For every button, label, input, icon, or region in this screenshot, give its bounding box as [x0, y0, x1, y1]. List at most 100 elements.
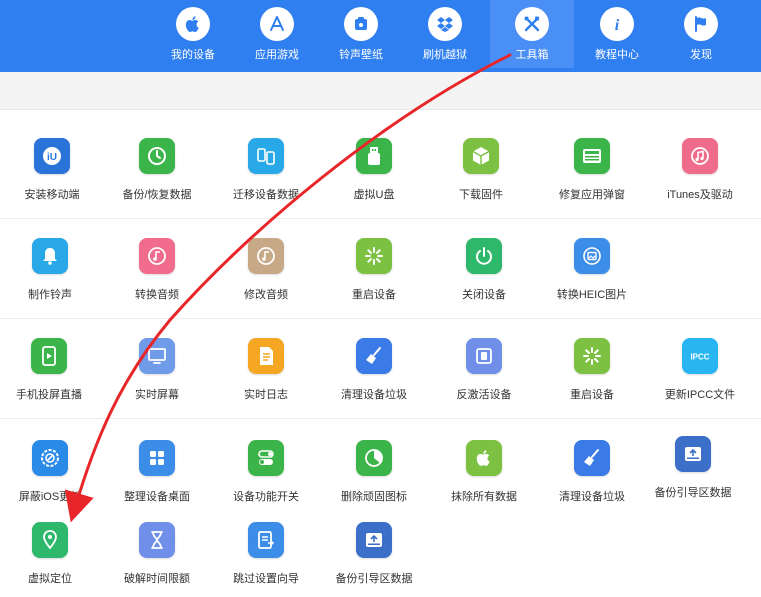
deactivate-icon — [466, 338, 502, 374]
tool-convert-heic[interactable]: 转换HEIC图片 — [532, 238, 652, 302]
tool-label: 修改音频 — [244, 289, 288, 301]
tool-label: 虚拟定位 — [28, 573, 72, 585]
tab-label: 我的设备 — [171, 49, 215, 61]
tab-discover[interactable]: 发现 — [659, 0, 743, 68]
tool-label: 修复应用弹窗 — [559, 189, 625, 201]
tool-delete-stubborn-icons[interactable]: 删除顽固图标 — [314, 440, 434, 504]
tool-update-ipcc[interactable]: IPCC 更新IPCC文件 — [640, 338, 760, 402]
tool-label: 重启设备 — [352, 289, 396, 301]
tool-label: 清理设备垃圾 — [559, 491, 625, 503]
tool-backup-restore[interactable]: 备份/恢复数据 — [97, 138, 217, 202]
tab-toolbox[interactable]: 工具箱 — [490, 0, 574, 68]
row-divider — [0, 418, 761, 419]
tool-label: 备份/恢复数据 — [122, 189, 192, 201]
tool-virtual-location[interactable]: 虚拟定位 — [0, 522, 110, 586]
tab-label: 教程中心 — [595, 49, 639, 61]
tool-label: 重启设备 — [570, 389, 614, 401]
cube-icon — [463, 138, 499, 174]
svg-text:i: i — [615, 17, 620, 34]
monitor-icon — [139, 338, 175, 374]
grid-icon — [139, 440, 175, 476]
tool-label: 实时屏幕 — [135, 389, 179, 401]
broom-icon — [356, 338, 392, 374]
tool-screen-cast-live[interactable]: 手机投屏直播 — [0, 338, 109, 402]
tool-backup-boot-data[interactable]: 备份引导区数据 — [633, 436, 753, 500]
tool-live-screen[interactable]: 实时屏幕 — [97, 338, 217, 402]
tool-fix-app-popup[interactable]: 修复应用弹窗 — [532, 138, 652, 202]
tool-label: 虚拟U盘 — [353, 189, 395, 201]
tool-convert-audio[interactable]: 转换音频 — [97, 238, 217, 302]
tool-label: 清理设备垃圾 — [341, 389, 407, 401]
log-icon — [248, 338, 284, 374]
tool-restart-device-2[interactable]: 重启设备 — [532, 338, 652, 402]
ipcc-icon-text: IPCC — [690, 353, 709, 362]
tool-virtual-udisk[interactable]: 虚拟U盘 — [314, 138, 434, 202]
tool-feature-switch[interactable]: 设备功能开关 — [206, 440, 326, 504]
row-divider — [0, 218, 761, 219]
tab-ringtones-wallpapers[interactable]: 铃声壁纸 — [319, 0, 403, 68]
tool-label: iTunes及驱动 — [667, 189, 733, 201]
tool-label: 备份引导区数据 — [335, 573, 413, 585]
tool-label: 更新IPCC文件 — [664, 389, 736, 401]
tool-label: 抹除所有数据 — [451, 491, 517, 503]
tool-label: 转换HEIC图片 — [556, 289, 628, 301]
svg-text:iU: iU — [47, 152, 57, 163]
broom-icon — [574, 440, 610, 476]
tool-download-firmware[interactable]: 下载固件 — [421, 138, 541, 202]
tool-label: 屏蔽iOS更新 — [18, 491, 82, 503]
tool-block-ios-update[interactable]: 屏蔽iOS更新 — [0, 440, 110, 504]
tool-label: 设备功能开关 — [233, 491, 299, 503]
tool-skip-setup-wizard[interactable]: 跳过设置向导 — [206, 522, 326, 586]
tool-erase-all-data[interactable]: 抹除所有数据 — [424, 440, 544, 504]
tool-clean-junk[interactable]: 清理设备垃圾 — [314, 338, 434, 402]
tab-label: 应用游戏 — [255, 49, 299, 61]
tab-flash-jailbreak[interactable]: 刷机越狱 — [403, 0, 487, 68]
tool-backup-boot-data-2[interactable]: 备份引导区数据 — [314, 522, 434, 586]
tool-label: 破解时间限额 — [124, 573, 190, 585]
tab-label: 铃声壁纸 — [339, 49, 383, 61]
ipcc-icon: IPCC — [682, 338, 718, 374]
tools-icon — [515, 7, 549, 41]
apple-icon — [176, 7, 210, 41]
tab-label: 发现 — [690, 49, 712, 61]
music-icon — [139, 238, 175, 274]
top-navigation-bar: 我的设备 应用游戏 铃声壁纸 刷机越狱 工具箱 i 教程中心 发现 — [0, 0, 761, 72]
hourglass-icon — [139, 522, 175, 558]
sub-toolbar — [0, 72, 761, 110]
power-icon — [466, 238, 502, 274]
row-divider — [0, 318, 761, 319]
image-convert-icon — [574, 238, 610, 274]
tab-my-device[interactable]: 我的设备 — [151, 0, 235, 68]
tab-label: 刷机越狱 — [423, 49, 467, 61]
tool-restart-device[interactable]: 重启设备 — [314, 238, 434, 302]
tool-crack-screen-time[interactable]: 破解时间限额 — [97, 522, 217, 586]
tool-migrate-data[interactable]: 迁移设备数据 — [206, 138, 326, 202]
toolbox-grid: iU 安装移动端 备份/恢复数据 迁移设备数据 虚拟U盘 下载固件 修复应用弹窗 — [0, 118, 761, 597]
tool-organize-desktop[interactable]: 整理设备桌面 — [97, 440, 217, 504]
phone-transfer-icon — [248, 138, 284, 174]
apple-id-icon — [574, 138, 610, 174]
disk-backup-icon — [356, 522, 392, 558]
tool-shutdown-device[interactable]: 关闭设备 — [424, 238, 544, 302]
tool-live-log[interactable]: 实时日志 — [206, 338, 326, 402]
itunes-icon — [682, 138, 718, 174]
tool-install-mobile[interactable]: iU 安装移动端 — [0, 138, 112, 202]
flag-icon — [684, 7, 718, 41]
restart-burst-icon — [356, 238, 392, 274]
tab-tutorial-center[interactable]: i 教程中心 — [575, 0, 659, 68]
tool-label: 备份引导区数据 — [654, 487, 732, 499]
tab-apps-games[interactable]: 应用游戏 — [235, 0, 319, 68]
tool-edit-audio[interactable]: 修改音频 — [206, 238, 326, 302]
clock-restore-icon — [139, 138, 175, 174]
tool-make-ringtone[interactable]: 制作铃声 — [0, 238, 110, 302]
tool-itunes-driver[interactable]: iTunes及驱动 — [640, 138, 760, 202]
dropbox-icon — [428, 7, 462, 41]
tool-label: 迁移设备数据 — [233, 189, 299, 201]
tool-label: 实时日志 — [244, 389, 288, 401]
skip-setup-icon — [248, 522, 284, 558]
tool-label: 跳过设置向导 — [233, 573, 299, 585]
tool-deactivate-device[interactable]: 反激活设备 — [424, 338, 544, 402]
apple-erase-icon — [466, 440, 502, 476]
bell-icon — [32, 238, 68, 274]
usb-icon — [356, 138, 392, 174]
